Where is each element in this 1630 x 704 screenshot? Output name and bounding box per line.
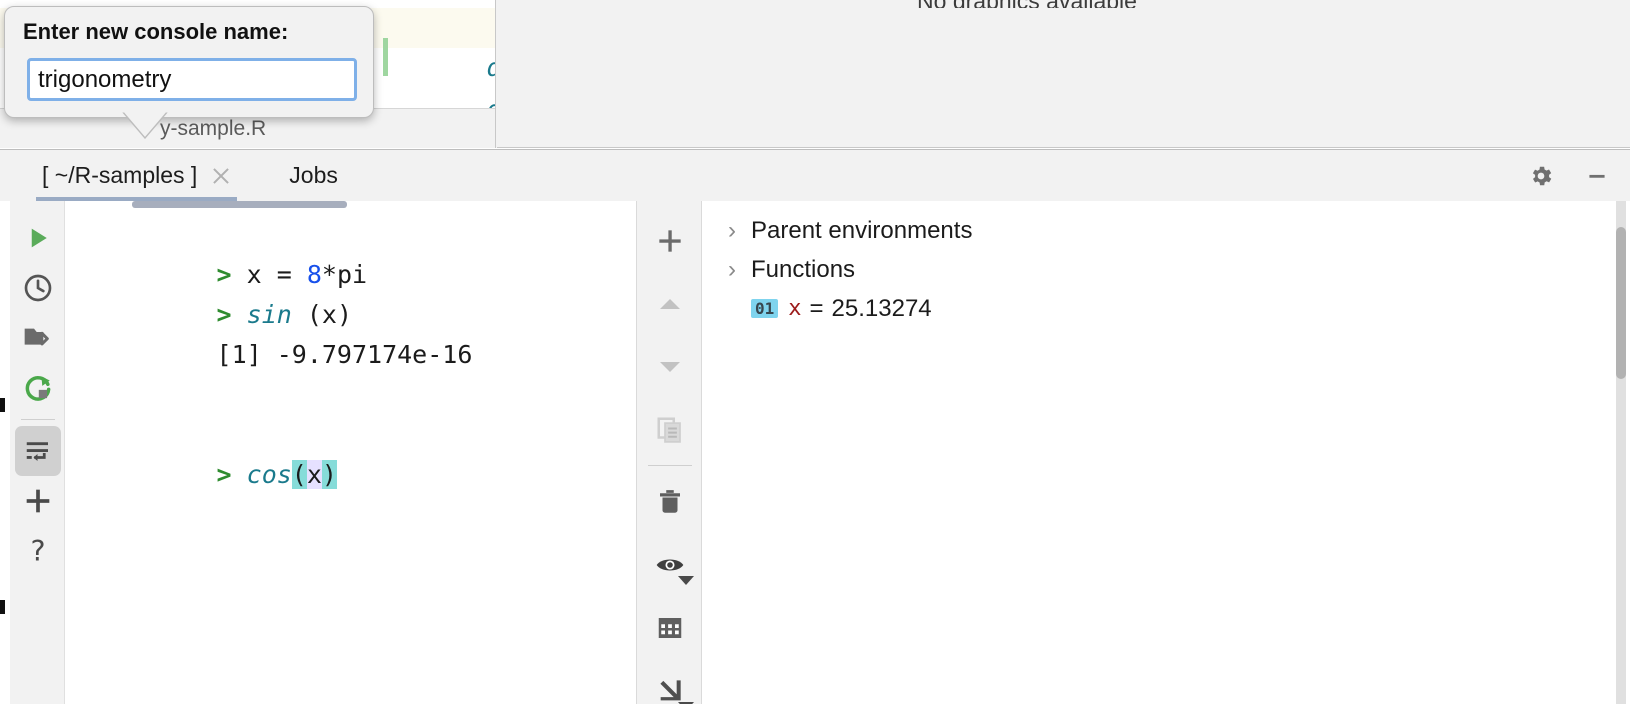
plus-icon[interactable] bbox=[15, 476, 61, 526]
soft-wrap-icon[interactable] bbox=[15, 426, 61, 476]
console-line-current: > cos(x) bbox=[66, 415, 634, 455]
plots-pane: No graphics available bbox=[497, 0, 1630, 148]
run-icon[interactable] bbox=[15, 213, 61, 263]
console-segment: [1] -9.797174e-16 bbox=[217, 340, 473, 369]
console-segment: x = bbox=[232, 260, 307, 289]
console-segment-number: 8 bbox=[307, 260, 322, 289]
editor-marker-tick bbox=[0, 398, 5, 412]
console-segment-function: sin bbox=[247, 300, 292, 329]
delete-icon[interactable] bbox=[645, 470, 695, 533]
restart-icon[interactable] bbox=[15, 363, 61, 413]
environment-toolbar bbox=[636, 201, 702, 704]
plots-empty-message: No graphics available bbox=[497, 0, 1557, 8]
chevron-right-icon[interactable]: › bbox=[717, 217, 747, 245]
svg-text:?: ? bbox=[30, 535, 45, 568]
gear-icon[interactable] bbox=[1526, 161, 1556, 191]
console-segment-function: cos bbox=[247, 460, 292, 489]
console-segment-argument: x bbox=[307, 460, 322, 489]
ide-window: d(gear) d(carb) y-sample.R No graphics a… bbox=[0, 0, 1630, 704]
add-variable-icon[interactable] bbox=[645, 209, 695, 272]
console-header: [ ~/R-samples ] Jobs bbox=[0, 150, 1630, 201]
tab-label: [ ~/R-samples ] bbox=[42, 162, 197, 189]
console-output-area[interactable]: > x = 8*pi > sin (x) [1] -9.797174e-16 >… bbox=[66, 201, 634, 704]
console-name-input[interactable] bbox=[30, 61, 354, 98]
env-variable-row[interactable]: 01 x = 25.13274 bbox=[703, 289, 1630, 328]
console-name-field-wrapper[interactable] bbox=[27, 58, 357, 101]
console-line: > x = 8*pi bbox=[66, 215, 634, 255]
rename-console-popup: Enter new console name: bbox=[4, 6, 374, 118]
tab-label: Jobs bbox=[289, 162, 338, 189]
eye-icon[interactable] bbox=[645, 533, 695, 596]
minimize-icon[interactable] bbox=[1582, 161, 1612, 191]
console-segment-close-paren: ) bbox=[322, 460, 337, 489]
environment-panel: › Parent environments › Functions 01 x =… bbox=[703, 201, 1630, 704]
env-variable-value: 25.13274 bbox=[832, 295, 932, 323]
console-prompt: > bbox=[217, 460, 232, 489]
copy-icon[interactable] bbox=[645, 398, 695, 461]
env-group-parent-environments[interactable]: › Parent environments bbox=[703, 211, 1630, 250]
environment-scrollbar-thumb[interactable] bbox=[1616, 227, 1626, 379]
console-tab-strip: [ ~/R-samples ] Jobs bbox=[28, 150, 352, 201]
chevron-right-icon[interactable]: › bbox=[717, 256, 747, 284]
open-folder-icon[interactable] bbox=[15, 313, 61, 363]
tab-r-samples-console[interactable]: [ ~/R-samples ] bbox=[28, 150, 245, 201]
import-dataset-icon[interactable] bbox=[645, 659, 695, 704]
history-icon[interactable] bbox=[15, 263, 61, 313]
toolbar-divider bbox=[648, 465, 692, 466]
scroll-down-icon[interactable] bbox=[645, 335, 695, 398]
gutter-divider bbox=[21, 419, 55, 420]
console-header-actions bbox=[1526, 150, 1612, 201]
env-group-functions[interactable]: › Functions bbox=[703, 250, 1630, 289]
env-variable-name: x bbox=[788, 296, 801, 321]
close-icon[interactable] bbox=[211, 166, 231, 186]
console-segment bbox=[232, 300, 247, 329]
env-group-label: Parent environments bbox=[751, 217, 972, 245]
console-segment bbox=[232, 460, 247, 489]
table-icon[interactable] bbox=[645, 596, 695, 659]
scroll-up-icon[interactable] bbox=[645, 272, 695, 335]
editor-marker-tick bbox=[0, 600, 5, 614]
env-variable-badge: 01 bbox=[751, 299, 778, 318]
console-segment-open-paren: ( bbox=[292, 460, 307, 489]
console-body: ? > x = 8*pi > sin (x) [1] -9.797174e-16 bbox=[0, 201, 1630, 704]
tab-jobs[interactable]: Jobs bbox=[275, 150, 352, 201]
env-group-label: Functions bbox=[751, 256, 855, 284]
chevron-down-icon[interactable] bbox=[678, 576, 694, 585]
change-marker bbox=[383, 38, 388, 76]
console-prompt: > bbox=[217, 300, 232, 329]
help-icon[interactable]: ? bbox=[15, 526, 61, 576]
console-gutter-toolbar: ? bbox=[10, 201, 65, 704]
console-horizontal-scrollbar[interactable] bbox=[132, 201, 347, 208]
env-variable-equals: = bbox=[810, 295, 824, 323]
console-segment: *pi bbox=[322, 260, 367, 289]
console-tool-window: [ ~/R-samples ] Jobs bbox=[0, 149, 1630, 704]
popup-title: Enter new console name: bbox=[23, 19, 288, 45]
console-segment: (x) bbox=[292, 300, 352, 329]
console-prompt: > bbox=[217, 260, 232, 289]
popup-tail bbox=[122, 111, 168, 139]
